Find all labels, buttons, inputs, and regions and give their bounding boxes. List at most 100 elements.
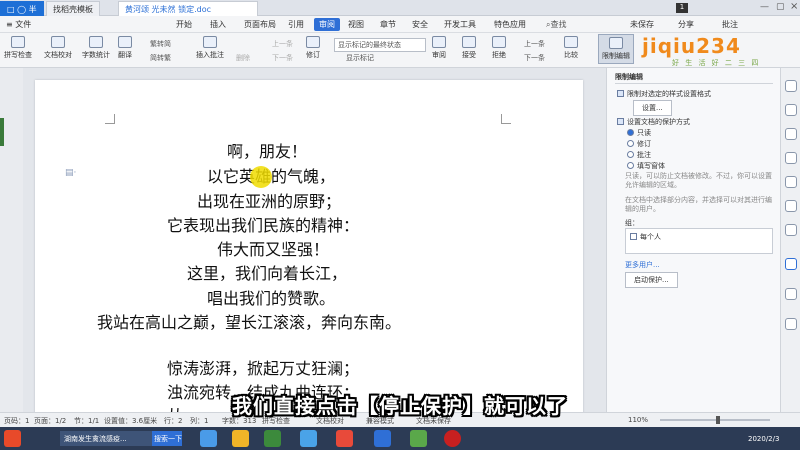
- proofread-button[interactable]: 文档校对: [44, 36, 72, 60]
- taskbar-search[interactable]: 搜索一下: [152, 431, 182, 446]
- tool-cursor-icon[interactable]: [785, 80, 797, 92]
- wps-icon[interactable]: [336, 430, 353, 447]
- accept-button[interactable]: 接受: [462, 36, 476, 60]
- radio-icon: [627, 140, 634, 147]
- option-comment[interactable]: 批注: [627, 150, 651, 160]
- search-button[interactable]: ⌕查找: [546, 19, 566, 30]
- menu-layout[interactable]: 页面布局: [244, 19, 276, 30]
- compare-button[interactable]: 比较: [564, 36, 578, 60]
- menu-dev-tools[interactable]: 开发工具: [444, 19, 476, 30]
- zoom-slider-thumb[interactable]: [716, 416, 720, 424]
- tool-translate-icon[interactable]: [785, 224, 797, 236]
- ie-icon[interactable]: [200, 430, 217, 447]
- spell-check-button[interactable]: 拼写检查: [4, 36, 32, 60]
- file-menu[interactable]: ≡ 文件: [6, 19, 31, 30]
- menu-reference[interactable]: 引用: [288, 19, 304, 30]
- document-canvas[interactable]: ▤· 啊，朋友！ 以它英雄的气魄， 出现在亚洲的原野； 它表现出我们民族的精神：…: [23, 68, 606, 412]
- menu-start[interactable]: 开始: [176, 19, 192, 30]
- more-users-link[interactable]: 更多用户...: [625, 260, 660, 270]
- word-icon[interactable]: [374, 430, 391, 447]
- unsaved-indicator[interactable]: 未保存: [630, 19, 654, 30]
- show-markup-button[interactable]: 显示标记: [346, 53, 374, 63]
- minimize-icon[interactable]: —: [760, 2, 769, 12]
- track-changes-label: 修订: [306, 51, 320, 59]
- status-page-num: 页码：1: [4, 417, 30, 425]
- zoom-level[interactable]: 110%: [628, 416, 648, 424]
- menu-view[interactable]: 视图: [348, 19, 364, 30]
- option-form[interactable]: 填写窗体: [627, 161, 665, 171]
- cloud-icon[interactable]: [300, 430, 317, 447]
- option-revision[interactable]: 修订: [627, 139, 651, 149]
- start-button-icon[interactable]: [4, 430, 21, 447]
- start-protection-button[interactable]: 启动保护...: [625, 272, 678, 288]
- simp-to-trad-button[interactable]: 简转繁: [150, 53, 171, 63]
- panel-divider: [615, 83, 773, 84]
- window-control-tab[interactable]: □ ◯ 半: [0, 1, 44, 16]
- logo-tagline: 好 生 活 好 二 三 四: [672, 59, 761, 67]
- title-bar: □ ◯ 半 找稻壳模板 黄河颂 光未然 锁定.doc 1 — ▢ ×: [0, 0, 800, 16]
- status-section: 节：1/1: [74, 417, 100, 425]
- spell-check-icon: [11, 36, 25, 48]
- everyone-checkbox[interactable]: 每个人: [630, 232, 661, 242]
- close-icon[interactable]: ×: [790, 1, 798, 12]
- annotate-button[interactable]: 批注: [722, 19, 738, 30]
- menu-section[interactable]: 章节: [380, 19, 396, 30]
- zoom-slider[interactable]: [660, 419, 770, 421]
- tool-layout-icon[interactable]: [785, 176, 797, 188]
- tool-style-icon[interactable]: [785, 104, 797, 116]
- format-restriction-checkbox[interactable]: 限制对选定的样式设置格式: [617, 89, 711, 99]
- restrict-editing-button[interactable]: 限制编辑: [598, 34, 634, 64]
- taskbar-news[interactable]: 湖南发生禽流感疫...: [60, 431, 152, 446]
- side-handle[interactable]: [0, 118, 4, 146]
- taskbar-date: 2020/2/3: [748, 435, 780, 443]
- folder-icon[interactable]: [232, 430, 249, 447]
- insert-comment-label: 插入批注: [196, 51, 224, 59]
- settings-button[interactable]: 设置...: [633, 100, 672, 116]
- tool-nav-icon[interactable]: [785, 200, 797, 212]
- next-comment-button[interactable]: 下一条: [272, 53, 293, 63]
- comment-icon: [203, 36, 217, 48]
- status-setting: 设置值：3.6厘米: [104, 417, 158, 425]
- document-page[interactable]: ▤· 啊，朋友！ 以它英雄的气魄， 出现在亚洲的原野； 它表现出我们民族的精神：…: [35, 80, 583, 412]
- review-button[interactable]: 审阅: [432, 36, 446, 60]
- option-readonly[interactable]: 只读: [627, 128, 651, 138]
- next-change-button[interactable]: 下一条: [524, 53, 545, 63]
- insert-comment-button[interactable]: 插入批注: [196, 36, 224, 60]
- record-icon[interactable]: [444, 430, 461, 447]
- protection-method-checkbox[interactable]: 设置文档的保护方式: [617, 117, 690, 127]
- menu-special-apps[interactable]: 特色应用: [494, 19, 526, 30]
- share-button[interactable]: 分享: [678, 19, 694, 30]
- menu-security[interactable]: 安全: [412, 19, 428, 30]
- brand-logo: jiqiu234 好 生 活 好 二 三 四: [642, 34, 772, 68]
- tool-shape-icon[interactable]: [785, 152, 797, 164]
- tab-template[interactable]: 找稻壳模板: [46, 1, 100, 16]
- prev-change-button[interactable]: 上一条: [524, 39, 545, 49]
- selection-help-text: 在文档中选择部分内容，并选择可以对其进行编辑的用户。: [625, 196, 772, 213]
- user-list[interactable]: 每个人: [625, 228, 773, 254]
- trad-to-simp-button[interactable]: 繁转简: [150, 39, 171, 49]
- store-icon[interactable]: [264, 430, 281, 447]
- delete-comment-button[interactable]: 删除: [236, 53, 250, 63]
- reject-button[interactable]: 拒绝: [492, 36, 506, 60]
- menu-insert[interactable]: 插入: [210, 19, 226, 30]
- spell-check-label: 拼写检查: [4, 51, 32, 59]
- word-count-button[interactable]: 字数统计: [82, 36, 110, 60]
- track-changes-button[interactable]: 修订: [306, 36, 320, 60]
- tool-help-icon[interactable]: [785, 288, 797, 300]
- restore-icon[interactable]: ▢: [776, 2, 785, 12]
- translate-icon: [118, 36, 132, 48]
- mouse-highlight: [250, 166, 272, 188]
- tool-pen-icon[interactable]: [785, 128, 797, 140]
- chrome-icon[interactable]: [410, 430, 427, 447]
- tab-document[interactable]: 黄河颂 光未然 锁定.doc: [118, 1, 258, 16]
- menu-review[interactable]: 审阅: [314, 18, 340, 31]
- translate-button[interactable]: 翻译: [118, 36, 132, 60]
- prev-comment-button[interactable]: 上一条: [272, 39, 293, 49]
- paragraph-marker-icon: ▤·: [65, 168, 77, 178]
- word-count-label: 字数统计: [82, 51, 110, 59]
- tool-more-icon[interactable]: [785, 318, 797, 330]
- restrict-editing-label: 限制编辑: [602, 52, 630, 60]
- markup-state-select[interactable]: 显示标记的最终状态: [334, 38, 426, 52]
- compare-icon: [564, 36, 578, 48]
- tool-restrict-icon[interactable]: [785, 258, 797, 270]
